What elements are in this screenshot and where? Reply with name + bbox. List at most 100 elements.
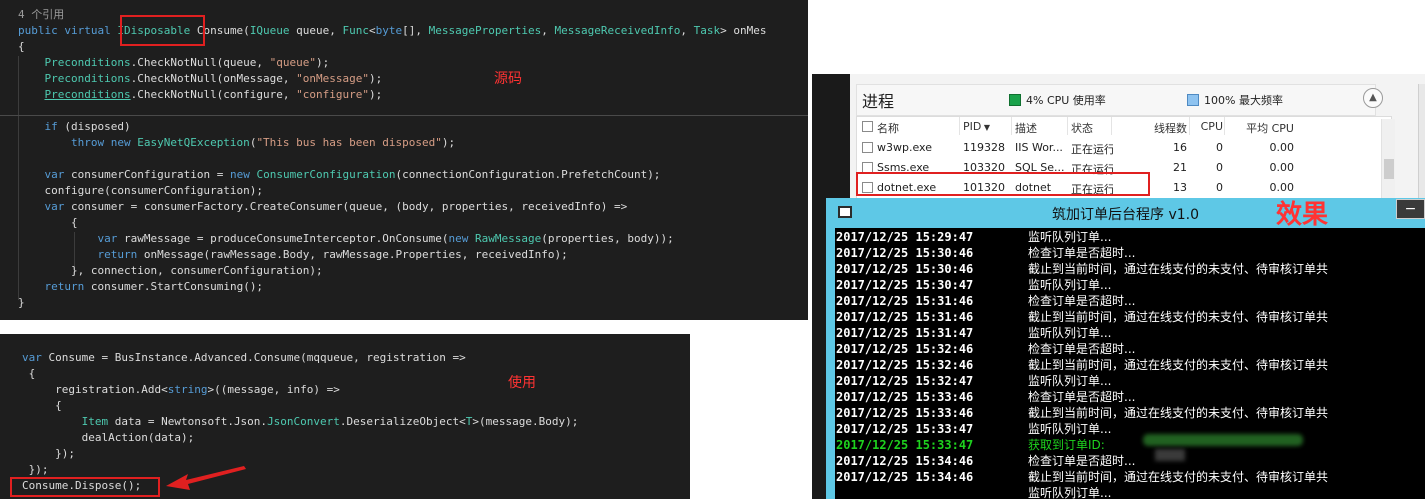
console-line: 2017/12/25 15:31:47 监听队列订单... [836, 325, 1111, 341]
effect-annotation: 效果 [1276, 200, 1329, 230]
code-token: RawMessage [475, 232, 542, 245]
console-message: 截止到当前时间，通过在线支付的未支付、待审核订单共 [1028, 358, 1329, 372]
process-avg-cpu: 0.00 [1269, 161, 1295, 174]
code-token: Item [81, 415, 109, 428]
code-token: consumerConfiguration = [64, 168, 230, 181]
code-line: return consumer.StartConsuming(); [18, 279, 264, 295]
column-separator[interactable] [959, 117, 960, 135]
idisposable-highlight-box [120, 15, 205, 46]
code-line: configure(consumerConfiguration); [18, 183, 263, 199]
code-token: { [18, 216, 78, 229]
max-frequency-swatch [1187, 94, 1199, 106]
column-separator[interactable] [1189, 117, 1190, 135]
code-token: var [22, 351, 42, 364]
console-line: 2017/12/25 15:32:46 检查订单是否超时... [836, 341, 1135, 357]
code-token: .CheckNotNull(queue, [130, 56, 270, 69]
source-code-panel: 4 个引用 public virtual IDisposable Consume(… [0, 0, 808, 320]
code-token: , [680, 24, 694, 37]
redacted-order-id [1143, 434, 1303, 446]
code-token: JsonConvert [267, 415, 340, 428]
console-line: 2017/12/25 15:31:46 检查订单是否超时... [836, 293, 1135, 309]
console-timestamp: 2017/12/25 15:32:46 [836, 358, 974, 372]
code-token: > onMes [720, 24, 767, 37]
console-timestamp: 2017/12/25 15:30:47 [836, 278, 974, 292]
column-header[interactable]: CPU [1193, 120, 1223, 133]
code-token: Preconditions [44, 72, 131, 85]
console-window: 筑加订单后台程序 v1.0 − 2017/12/25 15:29:47 监听队列订… [826, 198, 1425, 499]
process-avg-cpu: 0.00 [1269, 141, 1295, 154]
chevron-up-icon[interactable]: ▲ [1363, 88, 1383, 108]
code-token: { [22, 367, 36, 380]
code-token: var [44, 200, 65, 213]
code-token: IQueue [249, 24, 290, 37]
code-token: configure(consumerConfiguration); [18, 184, 264, 197]
console-message: 监听队列订单... [1028, 374, 1112, 388]
process-status: 正在运行 [1071, 143, 1113, 156]
process-avg-cpu: 0.00 [1269, 181, 1295, 194]
processes-header[interactable] [856, 84, 1376, 116]
processes-title: 进程 [862, 92, 895, 111]
code-line: Preconditions.CheckNotNull(configure, "c… [18, 87, 383, 103]
code-token: } [18, 296, 25, 309]
code-token: return [44, 280, 85, 293]
console-message: 监听队列订单... [1028, 486, 1112, 499]
console-message: 监听队列订单... [1028, 278, 1112, 292]
dispose-highlight-box [10, 477, 160, 497]
console-message: 检查订单是否超时... [1028, 390, 1136, 404]
code-line: var Consume = BusInstance.Advanced.Consu… [22, 350, 466, 366]
code-token: { [22, 399, 62, 412]
code-token: onMessage(rawMessage.Body, rawMessage.Pr… [137, 248, 568, 261]
column-separator[interactable] [1067, 117, 1068, 135]
console-timestamp: 2017/12/25 15:32:46 [836, 342, 974, 356]
code-token: [], [402, 24, 429, 37]
cpu-usage-swatch [1009, 94, 1021, 106]
column-header[interactable]: PID ▼ [963, 120, 1013, 133]
minimize-button[interactable]: − [1396, 199, 1425, 219]
console-timestamp: 2017/12/25 15:30:46 [836, 246, 974, 260]
column-separator[interactable] [1111, 117, 1112, 135]
code-token: >((message, info) => [207, 383, 340, 396]
column-header[interactable]: 状态 [1071, 120, 1113, 136]
column-header[interactable]: 线程数 [1115, 120, 1187, 136]
process-desc: IIS Wor... [1015, 141, 1063, 154]
code-token: ConsumerConfiguration [256, 168, 396, 181]
console-line: 2017/12/25 15:30:47 监听队列订单... [836, 277, 1111, 293]
console-message: 检查订单是否超时... [1028, 454, 1136, 468]
code-token: ); [369, 72, 383, 85]
code-line: return onMessage(rawMessage.Body, rawMes… [18, 247, 568, 263]
code-token: (properties, body)); [541, 232, 674, 245]
code-line: 4 个引用 [18, 7, 64, 23]
code-token: { [18, 40, 25, 53]
console-message: 监听队列订单... [1028, 326, 1112, 340]
console-line: 2017/12/25 15:30:46 检查订单是否超时... [836, 245, 1135, 261]
process-cpu: 0 [1216, 181, 1223, 194]
code-token: "This bus has been disposed" [256, 136, 442, 149]
code-line: dealAction(data); [22, 430, 195, 446]
column-separator[interactable] [1224, 117, 1225, 135]
scrollbar-thumb[interactable] [1384, 159, 1394, 179]
column-header[interactable]: 平均 CPU [1228, 120, 1294, 136]
console-message: 截止到当前时间，通过在线支付的未支付、待审核订单共 [1028, 310, 1329, 324]
code-line: }); [22, 462, 49, 478]
process-row[interactable]: w3wp.exe 119328 IIS Wor... 正在运行 16 0 0.00 [857, 138, 1379, 158]
column-separator[interactable] [1011, 117, 1012, 135]
code-token: .CheckNotNull(onMessage, [130, 72, 297, 85]
code-token: 4 个引用 [18, 8, 65, 21]
console-line: 2017/12/25 15:32:47 监听队列订单... [836, 373, 1111, 389]
console-message: 监听队列订单... [1028, 422, 1112, 436]
console-titlebar[interactable]: 筑加订单后台程序 v1.0 − [826, 198, 1425, 228]
process-cpu: 0 [1216, 141, 1223, 154]
column-header[interactable]: 名称 [877, 120, 957, 136]
process-checkbox[interactable] [862, 142, 873, 153]
select-all-checkbox[interactable] [862, 121, 873, 132]
max-frequency-label: 100% 最大频率 [1204, 94, 1283, 107]
column-header[interactable]: 描述 [1015, 120, 1069, 136]
code-token: new [229, 168, 257, 181]
code-line: registration.Add<string>((message, info)… [22, 382, 340, 398]
